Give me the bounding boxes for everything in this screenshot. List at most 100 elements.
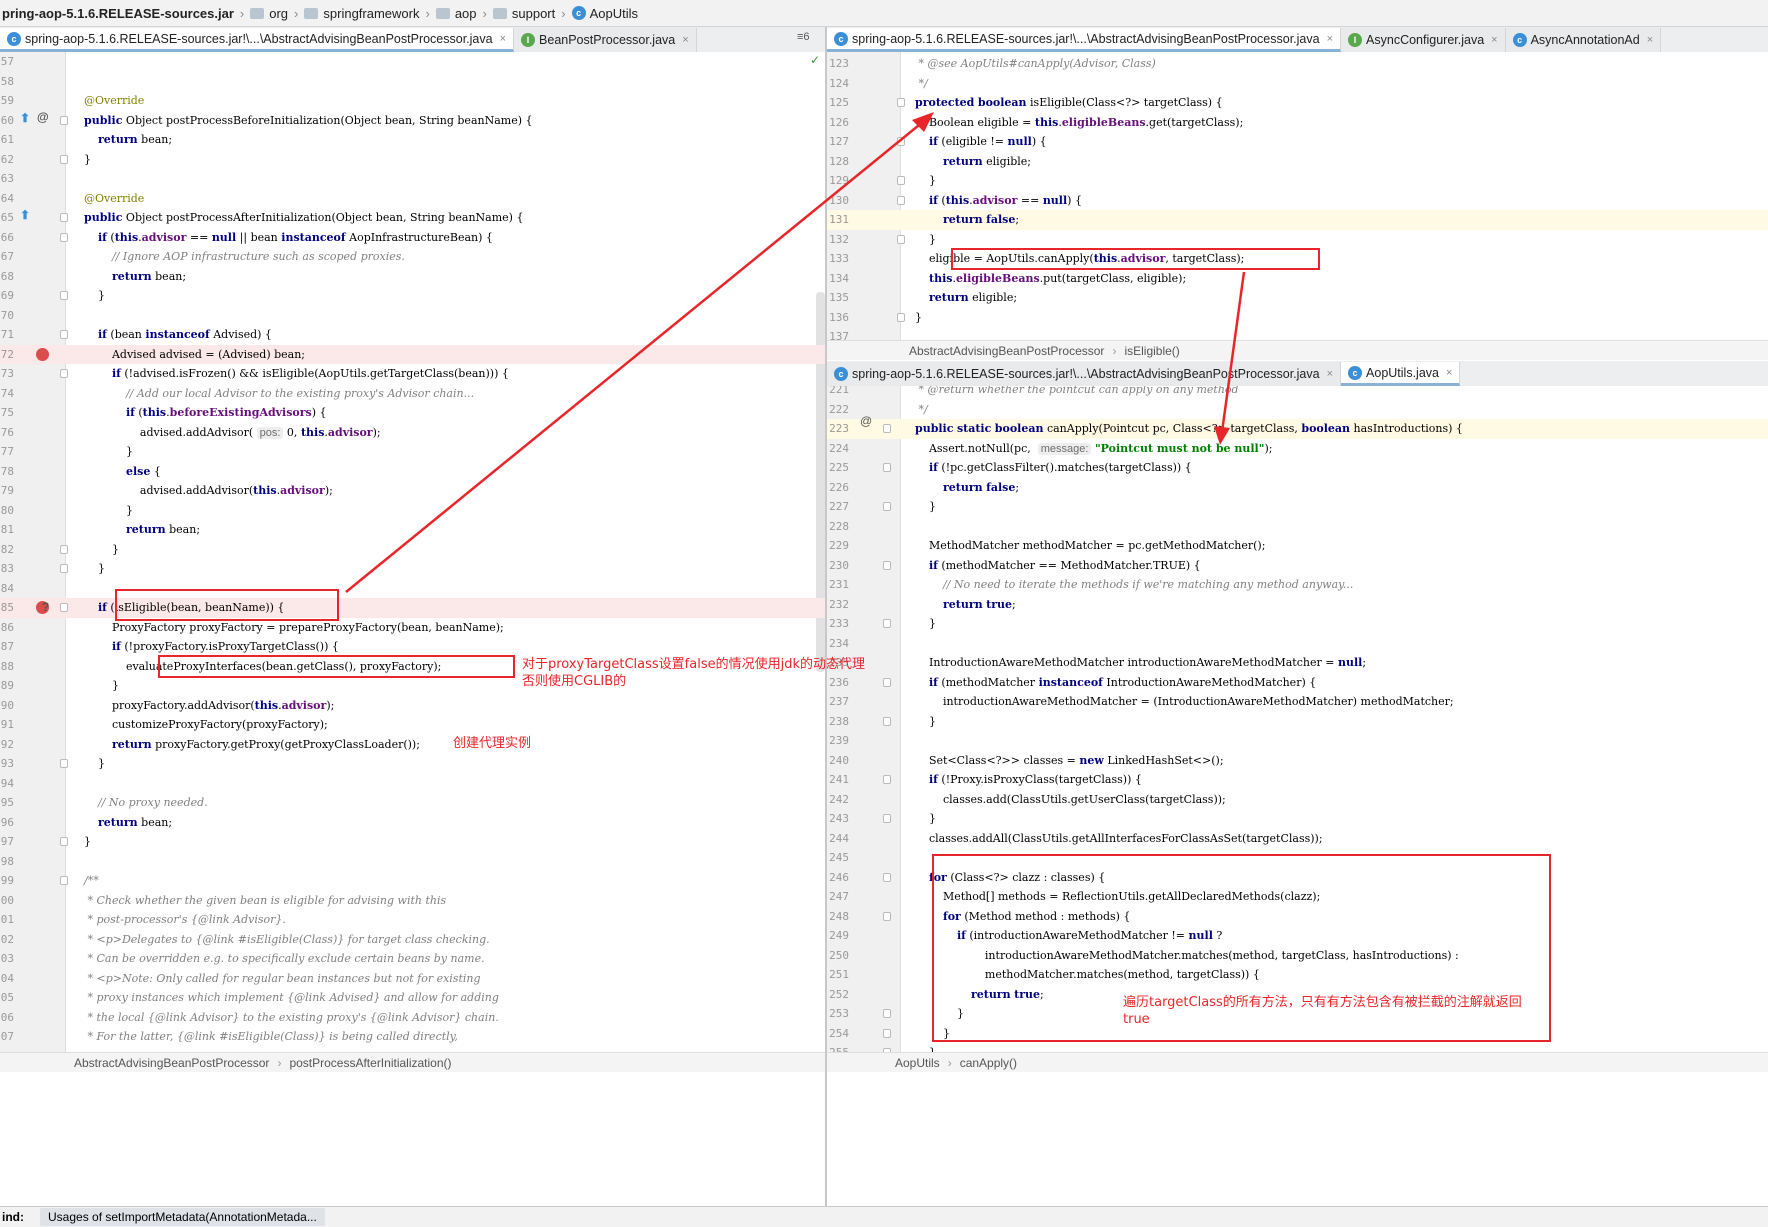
fold-marker-icon[interactable] xyxy=(60,759,68,768)
fold-marker-icon[interactable] xyxy=(883,619,891,628)
code-text: if (!pc.getClassFilter().matches(targetC… xyxy=(928,461,1192,474)
code-text: Advised advised = (Advised) bean; xyxy=(70,347,306,361)
question-marker-icon[interactable]: ? xyxy=(42,600,49,614)
line-number: 98 xyxy=(0,854,14,868)
editor-tab[interactable]: I BeanPostProcessor.java × xyxy=(514,28,697,52)
fold-marker-icon[interactable] xyxy=(897,312,905,322)
breadcrumb-item[interactable]: aop › xyxy=(435,5,487,21)
breadcrumb-item[interactable]: c AopUtils xyxy=(571,6,638,21)
fold-marker-icon[interactable] xyxy=(60,603,68,612)
line-number: 234 xyxy=(829,636,849,650)
breadcrumb-label: aop xyxy=(454,5,477,21)
code-line: 225 if (!pc.getClassFilter().matches(tar… xyxy=(827,458,1768,478)
status-breadcrumb-item[interactable]: isEligible() xyxy=(1124,344,1179,358)
status-breadcrumb-item[interactable]: postProcessAfterInitialization() xyxy=(289,1056,451,1070)
editor-tab-label: spring-aop-5.1.6.RELEASE-sources.jar!\..… xyxy=(852,367,1320,381)
line-number: 58 xyxy=(0,74,14,88)
close-icon[interactable]: × xyxy=(1647,34,1653,46)
fold-marker-icon[interactable] xyxy=(897,176,905,185)
close-icon[interactable]: × xyxy=(1327,33,1333,45)
left-code-editor[interactable]: 57 58 59 @Override 60 public Object postPro… xyxy=(0,52,825,1052)
fold-marker-icon[interactable] xyxy=(60,544,68,554)
editor-tab[interactable]: c spring-aop-5.1.6.RELEASE-sources.jar!\.… xyxy=(0,28,515,52)
close-icon[interactable]: × xyxy=(1491,34,1497,46)
fold-marker-icon[interactable] xyxy=(883,502,891,511)
editor-tab[interactable]: c spring-aop-5.1.6.RELEASE-sources.jar!\.… xyxy=(827,362,1342,386)
override-marker-icon[interactable]: ⬆ xyxy=(20,208,30,222)
fold-marker-icon[interactable] xyxy=(883,463,891,472)
fold-marker-icon[interactable] xyxy=(60,330,68,339)
code-text: } xyxy=(70,757,105,770)
line-number: 222 xyxy=(829,402,849,416)
editor-tab[interactable]: c AsyncAnnotationAd × xyxy=(1505,28,1662,52)
fold-marker-icon[interactable] xyxy=(897,98,905,107)
close-icon[interactable]: × xyxy=(1327,368,1333,380)
editor-tab[interactable]: c AopUtils.java × xyxy=(1341,362,1461,386)
status-breadcrumb-item[interactable]: AbstractAdvisingBeanPostProcessor xyxy=(74,1056,269,1070)
code-text: if (!advised.isFrozen() && isEligible(Ao… xyxy=(111,367,509,380)
breakpoint-icon[interactable] xyxy=(36,347,49,361)
code-text: } xyxy=(901,1043,936,1052)
override-marker-icon[interactable]: ⬆ xyxy=(20,111,30,125)
code-line: 126 Boolean eligible = this.eligibleBean… xyxy=(827,113,1768,133)
line-number: 94 xyxy=(0,776,14,790)
line-number: 85 xyxy=(0,601,14,614)
breadcrumb-item[interactable]: springframework › xyxy=(304,6,430,21)
code-text: * <p>Delegates to {@link #isEligible(Cla… xyxy=(70,932,490,946)
line-number: 228 xyxy=(829,519,849,533)
annotation-marker-icon[interactable]: @ xyxy=(860,414,872,428)
breadcrumb-label: pring-aop-5.1.6.RELEASE-sources.jar xyxy=(2,5,234,21)
fold-marker-icon[interactable] xyxy=(60,369,68,378)
fold-marker-icon[interactable] xyxy=(883,1009,891,1018)
status-breadcrumb-item[interactable]: AopUtils xyxy=(895,1056,940,1070)
fold-marker-icon[interactable] xyxy=(60,232,68,242)
fold-marker-icon[interactable] xyxy=(883,716,891,726)
annotation-marker-icon[interactable]: @ xyxy=(37,110,49,124)
fold-marker-icon[interactable] xyxy=(60,154,68,164)
code-text: return eligible; xyxy=(942,154,1032,168)
code-line: 135 return eligible; xyxy=(827,288,1768,308)
code-line: 129 } xyxy=(827,171,1768,191)
right-top-code-editor[interactable]: 123 * @see AopUtils#canApply(Advisor, Cl… xyxy=(827,52,1768,340)
fold-marker-icon[interactable] xyxy=(883,677,891,687)
fold-marker-icon[interactable] xyxy=(897,137,905,146)
fold-marker-icon[interactable] xyxy=(883,814,891,823)
status-breadcrumb-item[interactable]: AbstractAdvisingBeanPostProcessor xyxy=(909,344,1104,358)
fold-marker-icon[interactable] xyxy=(883,775,891,784)
status-breadcrumb-item[interactable]: canApply() xyxy=(960,1056,1017,1070)
fold-marker-icon[interactable] xyxy=(883,872,891,882)
breadcrumb-item[interactable]: pring-aop-5.1.6.RELEASE-sources.jar › xyxy=(2,6,244,21)
fold-marker-icon[interactable] xyxy=(883,424,891,433)
editor-tab[interactable]: c spring-aop-5.1.6.RELEASE-sources.jar!\.… xyxy=(827,28,1342,52)
fold-marker-icon[interactable] xyxy=(60,876,68,885)
line-number: 66 xyxy=(0,230,14,244)
code-line: 75 if (this.beforeExistingAdvisors) { xyxy=(0,403,825,423)
code-text: Boolean eligible = this.eligibleBeans.ge… xyxy=(901,115,1244,129)
breadcrumb-item[interactable]: org › xyxy=(250,6,298,21)
fold-marker-icon[interactable] xyxy=(60,115,68,125)
find-usages-tab[interactable]: Usages of setImportMetadata(AnnotationMe… xyxy=(40,1208,325,1226)
right-bottom-editor-tabs: c spring-aop-5.1.6.RELEASE-sources.jar!\.… xyxy=(827,361,1768,387)
code-line: 58 xyxy=(0,72,825,92)
editor-tab[interactable]: I AsyncConfigurer.java × xyxy=(1341,28,1506,52)
fold-marker-icon[interactable] xyxy=(897,234,905,244)
tab-overflow-indicator[interactable]: ≡6 xyxy=(797,31,810,43)
fold-marker-icon[interactable] xyxy=(60,291,68,300)
code-text: * proxy instances which implement {@link… xyxy=(70,991,499,1004)
fold-marker-icon[interactable] xyxy=(883,560,891,570)
close-icon[interactable]: × xyxy=(500,33,506,45)
close-icon[interactable]: × xyxy=(1446,367,1452,379)
fold-marker-icon[interactable] xyxy=(897,195,905,205)
line-number: 79 xyxy=(0,484,14,497)
breadcrumb-item[interactable]: support › xyxy=(492,6,566,21)
left-editor-tabs: c spring-aop-5.1.6.RELEASE-sources.jar!\.… xyxy=(0,27,825,53)
fold-marker-icon[interactable] xyxy=(60,564,68,573)
code-text: else { xyxy=(125,464,161,478)
line-number: 02 xyxy=(0,932,14,946)
fold-marker-icon[interactable] xyxy=(60,837,68,846)
code-line: 98 xyxy=(0,852,825,872)
fold-marker-icon[interactable] xyxy=(60,213,68,222)
fold-marker-icon[interactable] xyxy=(883,1028,891,1038)
fold-marker-icon[interactable] xyxy=(883,911,891,921)
close-icon[interactable]: × xyxy=(682,34,688,46)
